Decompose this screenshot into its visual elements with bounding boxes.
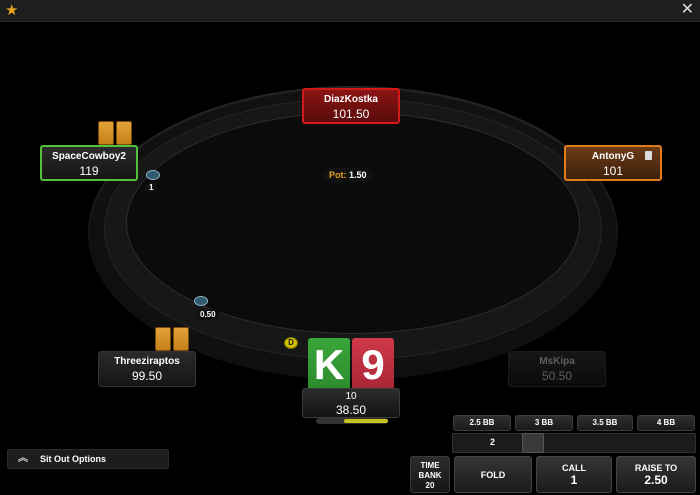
title-bar: ★ ✕ [0, 0, 700, 22]
call-label: CALL [562, 463, 586, 473]
card-back-icon [116, 121, 132, 145]
star-icon[interactable]: ★ [5, 2, 18, 19]
player-name: Threeziraptos [114, 356, 180, 367]
player-stack: 101 [602, 164, 624, 178]
hole-card: 9 [352, 338, 394, 394]
time-bank-label-2: BANK [418, 471, 442, 480]
player-name: DiazKostka [324, 94, 378, 105]
dealer-button-icon: D [284, 337, 298, 349]
fold-button[interactable]: FOLD [454, 456, 532, 493]
bet-preset-button[interactable]: 3.5 BB [577, 415, 633, 431]
player-name: MsKipa [539, 356, 575, 367]
pot-value: 1.50 [349, 170, 367, 180]
seat-bottom-right[interactable]: MsKipa 50.50 [508, 351, 606, 387]
seat-bottom-left[interactable]: Threeziraptos 99.50 [98, 351, 196, 387]
card-back-icon [173, 327, 189, 351]
raise-label: RAISE TO [634, 463, 678, 473]
fold-label: FOLD [480, 470, 506, 480]
time-bank-label-1: TIME [420, 461, 440, 470]
card-rank: K [313, 341, 345, 388]
seat-top[interactable]: DiazKostka 101.50 [302, 88, 400, 124]
sit-out-options-button[interactable]: ︽ Sit Out Options [7, 449, 169, 469]
seat-right[interactable]: AntonyG 101 [564, 145, 662, 181]
close-icon[interactable]: ✕ [681, 1, 694, 19]
note-icon[interactable] [645, 151, 652, 160]
time-bank-button[interactable]: TIME BANK 20 [410, 456, 450, 493]
player-stack: 50.50 [541, 369, 573, 383]
card-back-icon [98, 121, 114, 145]
bet-preset-button[interactable]: 3 BB [515, 415, 573, 431]
sit-out-label: Sit Out Options [40, 454, 106, 464]
pot-label: Pot: [329, 170, 347, 180]
pot-display: Pot: 1.50 [323, 168, 373, 182]
raise-button[interactable]: RAISE TO 2.50 [616, 456, 696, 493]
bet-preset-button[interactable]: 4 BB [637, 415, 695, 431]
turn-timer-bar [316, 418, 388, 424]
turn-timer-fill [344, 419, 388, 423]
seat-left[interactable]: SpaceCowboy2 119 [40, 145, 138, 181]
bet-preset-button[interactable]: 2.5 BB [453, 415, 511, 431]
player-stack: 119 [79, 164, 99, 178]
raise-amount: 2.50 [644, 473, 668, 487]
bet-amount-value: 2 [490, 437, 496, 447]
call-button[interactable]: CALL 1 [536, 456, 612, 493]
player-name: 10 [345, 391, 357, 402]
player-stack: 38.50 [335, 403, 367, 417]
card-back-icon [155, 327, 171, 351]
player-name: SpaceCowboy2 [52, 151, 126, 162]
chevron-up-icon: ︽ [18, 453, 28, 464]
call-amount: 1 [570, 473, 578, 487]
chip-icon [146, 170, 160, 180]
bet-slider-handle[interactable] [522, 433, 544, 453]
player-stack: 101.50 [332, 107, 370, 121]
hole-card: K [308, 338, 350, 394]
bet-amount-input[interactable]: 2 [452, 433, 696, 453]
card-rank: 9 [361, 341, 385, 388]
time-bank-value: 20 [425, 481, 435, 490]
chip-icon [194, 296, 208, 306]
bet-amount: 0.50 [196, 309, 220, 320]
player-stack: 99.50 [131, 369, 163, 383]
seat-hero[interactable]: 10 38.50 [302, 388, 400, 418]
